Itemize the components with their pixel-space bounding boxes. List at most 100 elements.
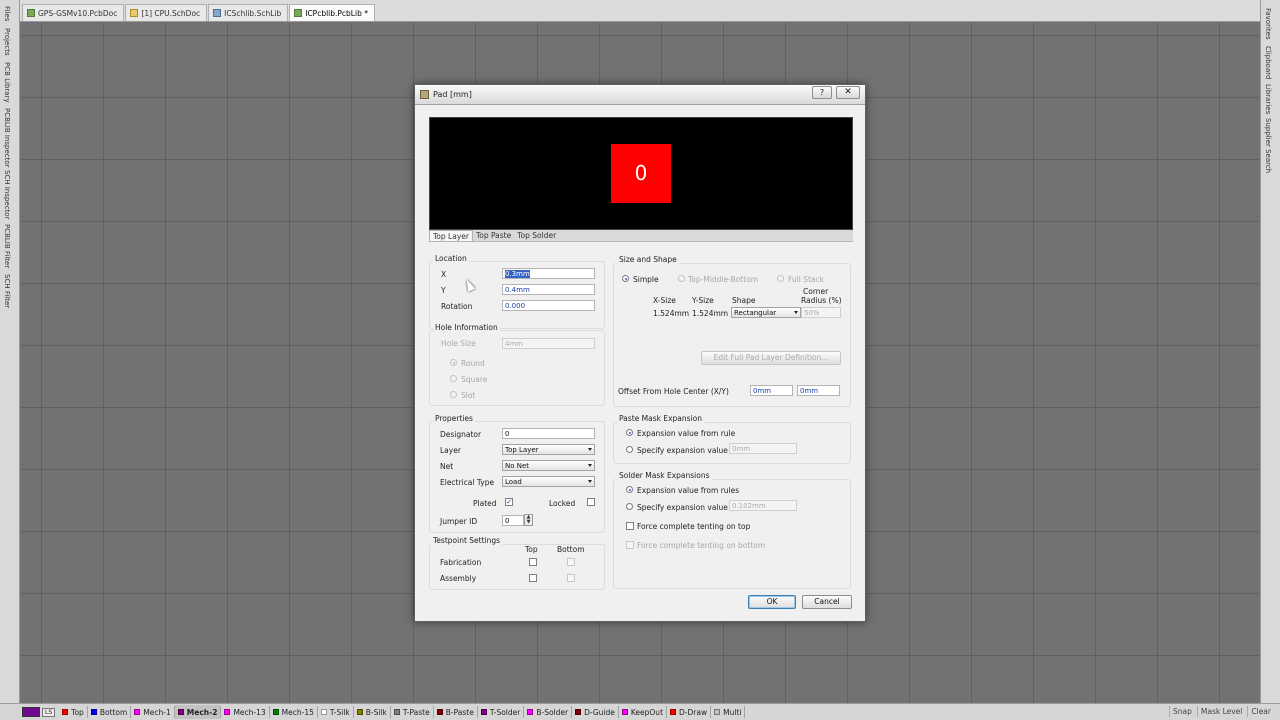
spin-down-icon[interactable]: ▼ — [525, 520, 532, 525]
top-middle-bottom-radio[interactable] — [678, 275, 685, 282]
simple-radio[interactable] — [622, 275, 629, 282]
edit-full-pad-layer-definition-button[interactable]: Edit Full Pad Layer Definition... — [701, 351, 841, 365]
y-label: Y — [441, 286, 446, 295]
offset-x-input[interactable]: 0mm — [750, 385, 793, 396]
tent-top-checkbox[interactable] — [626, 522, 634, 530]
slot-label: Slot — [461, 391, 476, 400]
jumper-id-label: Jumper ID — [440, 517, 478, 526]
layer-tab[interactable]: D-Draw — [667, 705, 710, 719]
hole-size-input[interactable]: 4mm — [502, 338, 595, 349]
shape-select[interactable]: Rectangular — [731, 307, 801, 318]
paste-specify-radio[interactable] — [626, 446, 633, 453]
tab-top-paste[interactable]: Top Paste — [473, 230, 514, 241]
tab-top-solder[interactable]: Top Solder — [514, 230, 559, 241]
layer-tab[interactable]: Top — [59, 705, 87, 719]
round-hole-radio[interactable] — [450, 359, 457, 366]
slot-hole-radio[interactable] — [450, 391, 457, 398]
layer-tab[interactable]: Mech-13 — [221, 705, 268, 719]
document-tab[interactable]: ICPcblib.PcbLib * — [289, 4, 375, 21]
status-button[interactable]: Mask Level — [1196, 706, 1246, 717]
pad-preview: 0 — [429, 117, 853, 230]
offset-y-input[interactable]: 0mm — [797, 385, 840, 396]
solder-expansion-input[interactable]: 0.102mm — [729, 500, 797, 511]
jumper-id-spinner[interactable]: ▲ ▼ — [524, 514, 533, 526]
panel-tab[interactable]: SCH Inspector — [3, 170, 11, 219]
x-size-header: X-Size — [653, 296, 676, 305]
panel-tab[interactable]: Projects — [3, 28, 11, 56]
panel-tab[interactable]: Libraries — [1264, 84, 1272, 114]
status-button[interactable]: Snap — [1169, 706, 1195, 717]
panel-tab[interactable]: Files — [3, 6, 11, 21]
panel-tab[interactable]: Supplier Search — [1264, 118, 1272, 173]
cancel-button[interactable]: Cancel — [802, 595, 852, 609]
document-tab[interactable]: ICSchlib.SchLib — [208, 4, 289, 21]
layer-tab[interactable]: B-Silk — [354, 705, 390, 719]
layer-tab[interactable]: T-Paste — [391, 705, 433, 719]
layer-tab[interactable]: Bottom — [88, 705, 131, 719]
layer-color-swatch — [575, 709, 582, 715]
document-tab[interactable]: GPS-GSMv10.PcbDoc — [22, 4, 125, 21]
tab-top-layer[interactable]: Top Layer — [429, 230, 473, 241]
panel-tab[interactable]: PCBLIB Filter — [3, 224, 11, 268]
electrical-type-select[interactable]: Load — [502, 476, 595, 487]
layer-tab[interactable]: Mech-15 — [270, 705, 317, 719]
plated-checkbox[interactable]: ✓ — [505, 498, 513, 506]
testpoint-top-header: Top — [525, 545, 538, 554]
paste-expansion-input[interactable]: 0mm — [729, 443, 797, 454]
panel-tab[interactable]: PCB Library — [3, 62, 11, 103]
fabrication-top-checkbox[interactable] — [529, 558, 537, 566]
location-title: Location — [433, 254, 469, 263]
layer-tab[interactable]: B-Solder — [524, 705, 571, 719]
x-size-value[interactable]: 1.524mm — [653, 309, 689, 318]
y-location-input[interactable]: 0.4mm — [502, 284, 595, 295]
solder-specify-radio[interactable] — [626, 503, 633, 510]
x-location-input[interactable]: 0.3mm — [502, 268, 595, 279]
locked-checkbox[interactable] — [587, 498, 595, 506]
tent-bottom-checkbox[interactable] — [626, 541, 634, 549]
solder-from-rules-label: Expansion value from rules — [637, 486, 740, 495]
ok-button[interactable]: OK — [748, 595, 796, 609]
close-button[interactable]: ✕ — [836, 86, 860, 99]
layer-tab[interactable]: Mech-1 — [131, 705, 173, 719]
chevron-down-icon — [588, 464, 592, 467]
full-stack-radio[interactable] — [777, 275, 784, 282]
rotation-input[interactable]: 0.000 — [502, 300, 595, 311]
net-select[interactable]: No Net — [502, 460, 595, 471]
layer-color-swatch — [393, 709, 400, 715]
layer-tabs: Top Bottom Mech-1 Mech-2 Mech-13 Mech-15 T-Sil… — [59, 705, 746, 719]
layer-set-button[interactable]: LS — [42, 707, 56, 717]
y-size-value[interactable]: 1.524mm — [692, 309, 728, 318]
dialog-title-bar[interactable]: Pad [mm] ? ✕ — [415, 85, 865, 105]
square-hole-radio[interactable] — [450, 375, 457, 382]
current-layer-color-swatch[interactable] — [22, 707, 40, 717]
layer-tab[interactable]: T-Solder — [478, 705, 524, 719]
designator-input[interactable]: 0 — [502, 428, 595, 439]
layer-tab-label: Mech-15 — [281, 707, 314, 717]
layer-tab[interactable]: KeepOut — [619, 705, 666, 719]
panel-tab[interactable]: SCH Filter — [3, 274, 11, 308]
status-button[interactable]: Clear — [1247, 706, 1274, 717]
electrical-type-label: Electrical Type — [440, 478, 495, 487]
right-panel-strip: Favorites Clipboard Libraries Supplier Sear… — [1260, 0, 1280, 703]
layer-tab[interactable]: T-Silk — [318, 705, 353, 719]
layer-tab[interactable]: D-Guide — [572, 705, 618, 719]
layer-tab[interactable]: Multi — [711, 705, 744, 719]
fabrication-bottom-checkbox[interactable] — [567, 558, 575, 566]
panel-tab[interactable]: Clipboard — [1264, 46, 1272, 79]
document-tab[interactable]: [1] CPU.SchDoc — [125, 4, 208, 21]
document-tab-label: ICSchlib.SchLib — [224, 8, 282, 18]
panel-tab[interactable]: Favorites — [1264, 8, 1272, 40]
solder-from-rules-radio[interactable] — [626, 486, 633, 493]
layer-select[interactable]: Top Layer — [502, 444, 595, 455]
help-button[interactable]: ? — [812, 86, 832, 99]
layer-tab[interactable]: B-Paste — [434, 705, 477, 719]
paste-from-rule-radio[interactable] — [626, 429, 633, 436]
layer-color-swatch — [272, 709, 279, 715]
layer-tab[interactable]: Mech-2 — [174, 705, 221, 719]
panel-tab[interactable]: PCBLIB Inspector — [3, 108, 11, 168]
document-tab-label: [1] CPU.SchDoc — [141, 8, 201, 18]
jumper-id-input[interactable]: 0 — [502, 515, 524, 526]
corner-radius-input[interactable]: 50% — [801, 307, 841, 318]
assembly-bottom-checkbox[interactable] — [567, 574, 575, 582]
assembly-top-checkbox[interactable] — [529, 574, 537, 582]
